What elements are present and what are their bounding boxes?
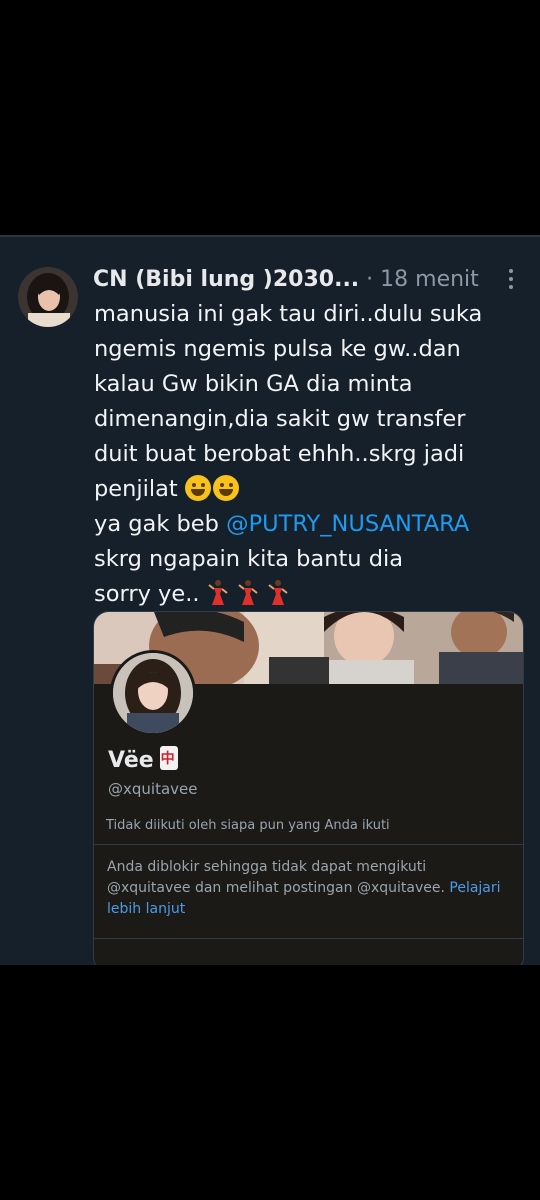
- profile-name-text: Vëe: [108, 748, 154, 773]
- blocked-notice: Anda diblokir sehingga tidak dapat mengi…: [107, 857, 512, 920]
- tweet-panel: CN (Bibi lung )2030... · 18 menit manusi…: [0, 235, 540, 965]
- divider: [94, 938, 523, 939]
- profile-card[interactable]: Vëe @xquitavee Tidak diikuti oleh siapa …: [93, 611, 524, 965]
- divider: [94, 844, 523, 845]
- tweet-text-part1: manusia ini gak tau diri..dulu suka ngem…: [94, 301, 483, 502]
- laughing-emoji-icon: [212, 475, 239, 501]
- laughing-emoji-icon: [184, 475, 211, 501]
- tweet-text: manusia ini gak tau diri..dulu suka ngem…: [94, 297, 534, 612]
- author-name[interactable]: CN (Bibi lung )2030...: [93, 267, 359, 292]
- dancer-emoji-icon: [208, 580, 228, 605]
- dancer-emoji-icon: [238, 580, 258, 605]
- dancer-emoji-icon: [268, 580, 288, 605]
- mention-link[interactable]: @PUTRY_NUSANTARA: [226, 511, 469, 537]
- mahjong-red-dragon-icon: [159, 746, 178, 770]
- tweet-text-part2: ya gak beb: [94, 511, 227, 537]
- divider: [0, 235, 540, 237]
- blocked-notice-text: Anda diblokir sehingga tidak dapat mengi…: [107, 859, 450, 896]
- tweet-header: CN (Bibi lung )2030... · 18 menit: [93, 263, 533, 297]
- author-avatar[interactable]: [18, 267, 78, 327]
- profile-name: Vëe: [108, 746, 178, 773]
- follow-note: Tidak diikuti oleh siapa pun yang Anda i…: [106, 818, 390, 833]
- more-options-icon[interactable]: [504, 267, 518, 291]
- profile-avatar[interactable]: [110, 650, 196, 736]
- profile-handle: @xquitavee: [108, 780, 198, 798]
- tweet-timestamp: · 18 menit: [359, 267, 479, 292]
